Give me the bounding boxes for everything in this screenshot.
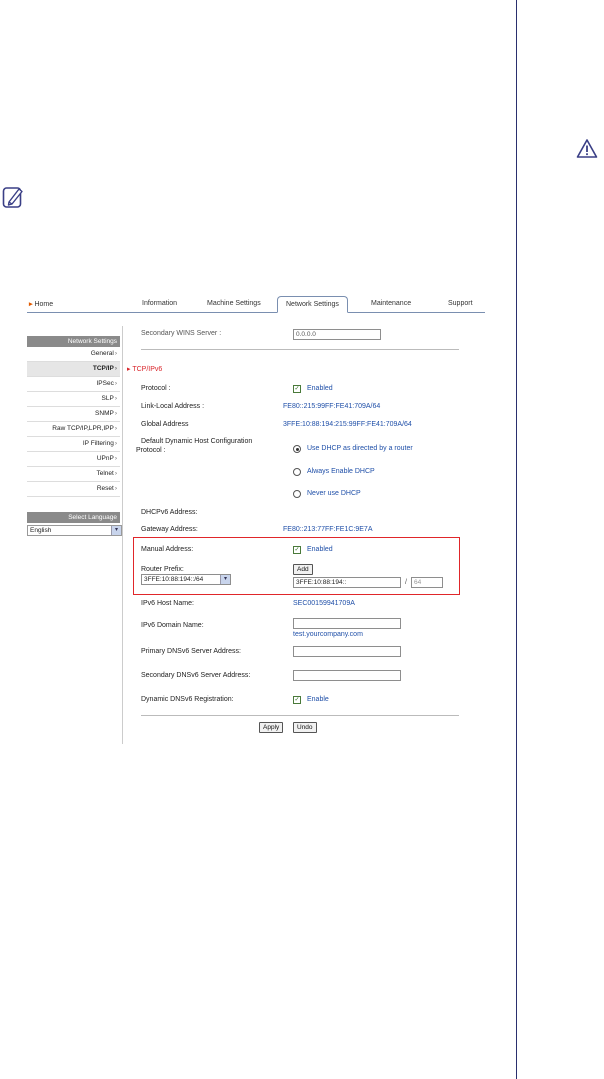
router-prefix-label: Router Prefix:	[141, 566, 184, 573]
domain-hint: test.yourcompany.com	[293, 631, 363, 638]
sidebar-item-snmp[interactable]: SNMP›	[27, 407, 120, 422]
dhcpv6-address-label: DHCPv6 Address:	[141, 509, 198, 516]
dhcp-radio-router[interactable]	[293, 445, 301, 453]
dhcp-radio-always[interactable]	[293, 468, 301, 476]
prefix-length-input[interactable]: 64	[411, 577, 443, 588]
sidebar-item-raw-tcpip[interactable]: Raw TCP/IP,LPR,IPP›	[27, 422, 120, 437]
manual-address-checkbox[interactable]: ✓	[293, 546, 301, 554]
web-ui-screenshot: ▸ Home Information Machine Settings Netw…	[27, 296, 485, 744]
prefix-separator: /	[405, 579, 407, 586]
secondary-wins-input[interactable]: 0.0.0.0	[293, 329, 381, 340]
primary-dns-label: Primary DNSv6 Server Address:	[141, 648, 241, 655]
tab-network-settings[interactable]: Network Settings	[277, 296, 348, 313]
sidebar-item-ip-filtering[interactable]: IP Filtering›	[27, 437, 120, 452]
top-navigation: ▸ Home Information Machine Settings Netw…	[27, 296, 485, 313]
sidebar-item-general[interactable]: General›	[27, 347, 120, 362]
sidebar-item-tcpip[interactable]: TCP/IP›	[27, 362, 120, 377]
sidebar-item-telnet[interactable]: Telnet›	[27, 467, 120, 482]
sidebar: Network Settings General› TCP/IP› IPSec›…	[27, 336, 122, 536]
tab-home[interactable]: ▸ Home	[29, 300, 53, 308]
add-button[interactable]: Add	[293, 564, 313, 575]
manual-address-label: Manual Address:	[141, 546, 194, 553]
global-address-label: Global Address	[141, 421, 189, 428]
dhcp-option-never: Never use DHCP	[307, 490, 361, 497]
home-arrow-icon: ▸	[29, 301, 33, 308]
section-title: ▸ TCP/IPv6	[127, 366, 163, 373]
tab-support[interactable]: Support	[448, 300, 473, 307]
protocol-value: Enabled	[307, 385, 333, 392]
secondary-dns-input[interactable]	[293, 670, 401, 681]
tab-home-label: Home	[34, 301, 54, 308]
warning-icon	[576, 139, 598, 158]
dynamic-dns-checkbox[interactable]: ✓	[293, 696, 301, 704]
divider	[141, 715, 459, 716]
settings-panel: Secondary WINS Server : 0.0.0.0 ▸ TCP/IP…	[122, 326, 485, 744]
sidebar-header: Network Settings	[27, 336, 120, 347]
link-local-value: FE80::215:99FF:FE41:709A/64	[283, 403, 381, 410]
undo-button[interactable]: Undo	[293, 722, 317, 733]
tab-information[interactable]: Information	[142, 300, 177, 307]
dynamic-dns-label: Dynamic DNSv6 Registration:	[141, 696, 234, 703]
sidebar-item-reset[interactable]: Reset›	[27, 482, 120, 497]
language-select[interactable]: English ▾	[27, 525, 122, 536]
sidebar-item-ipsec[interactable]: IPSec›	[27, 377, 120, 392]
secondary-dns-label: Secondary DNSv6 Server Address:	[141, 672, 251, 679]
hostname-value: SEC00159941709A	[293, 600, 355, 607]
secondary-wins-label: Secondary WINS Server :	[141, 330, 222, 337]
primary-dns-input[interactable]	[293, 646, 401, 657]
language-value: English	[30, 527, 52, 534]
global-address-value: 3FFE:10:88:194:215:99FF:FE41:709A/64	[283, 421, 412, 428]
domain-input[interactable]	[293, 618, 401, 629]
page-margin-line	[516, 0, 517, 1079]
chevron-down-icon: ▾	[111, 526, 121, 535]
dhcp-option-router: Use DHCP as directed by a router	[307, 445, 413, 452]
language-header: Select Language	[27, 512, 120, 523]
gateway-value: FE80::213:77FF:FE1C:9E7A	[283, 526, 373, 533]
domain-label: IPv6 Domain Name:	[141, 622, 204, 629]
dhcp-label-line2: Protocol :	[136, 447, 166, 454]
divider	[141, 349, 459, 350]
dynamic-dns-value: Enable	[307, 696, 329, 703]
sidebar-item-slp[interactable]: SLP›	[27, 392, 120, 407]
note-icon	[2, 187, 23, 208]
protocol-checkbox[interactable]: ✓	[293, 385, 301, 393]
chevron-down-icon: ▾	[220, 575, 230, 584]
tab-machine-settings[interactable]: Machine Settings	[207, 300, 261, 307]
protocol-label: Protocol :	[141, 385, 171, 392]
apply-button[interactable]: Apply	[259, 722, 284, 733]
router-prefix-selected: 3FFE:10:88:194::/64	[144, 576, 204, 583]
hostname-label: IPv6 Host Name:	[141, 600, 194, 607]
dhcp-label-line1: Default Dynamic Host Configuration	[141, 438, 253, 445]
manual-address-value: Enabled	[307, 546, 333, 553]
sidebar-item-upnp[interactable]: UPnP›	[27, 452, 120, 467]
link-local-label: Link-Local Address :	[141, 403, 205, 410]
dhcp-radio-never[interactable]	[293, 490, 301, 498]
dhcp-option-always: Always Enable DHCP	[307, 468, 375, 475]
router-prefix-select[interactable]: 3FFE:10:88:194::/64 ▾	[141, 574, 231, 585]
tab-maintenance[interactable]: Maintenance	[371, 300, 411, 307]
prefix-input[interactable]: 3FFE:10:88:194::	[293, 577, 401, 588]
gateway-label: Gateway Address:	[141, 526, 198, 533]
